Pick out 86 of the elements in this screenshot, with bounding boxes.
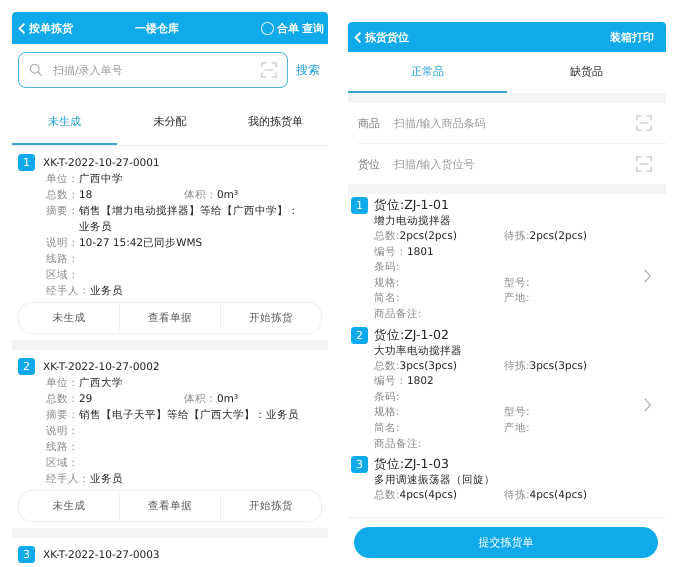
field-label: 型号: bbox=[504, 276, 530, 291]
field-value: 29 bbox=[79, 392, 92, 407]
order-number: XK-T-2022-10-27-0001 bbox=[43, 156, 160, 168]
window-title: 一楼仓库 bbox=[135, 20, 179, 36]
scan-icon[interactable] bbox=[636, 115, 652, 131]
field-label: 线路： bbox=[46, 252, 79, 267]
field-label: 单位： bbox=[46, 376, 79, 391]
tab[interactable]: 未分配 bbox=[117, 100, 223, 145]
field-label: 简名: bbox=[374, 291, 400, 306]
index-badge: 2 bbox=[18, 358, 35, 375]
field-value: 2pcs(2pcs) bbox=[400, 229, 457, 244]
back-icon[interactable] bbox=[18, 22, 26, 34]
field-label: 区域： bbox=[46, 456, 79, 471]
field-value: 销售【电子天平】等给【广西大学】：业务员 bbox=[79, 408, 299, 423]
tab[interactable]: 缺货品 bbox=[507, 52, 666, 93]
back-icon[interactable] bbox=[354, 30, 362, 44]
field-value: 3pcs(3pcs) bbox=[400, 358, 457, 374]
index-badge: 3 bbox=[18, 546, 35, 563]
field-label: 条码: bbox=[374, 390, 400, 405]
field-label: 型号: bbox=[504, 405, 530, 420]
field-value: 广西中学 bbox=[79, 172, 123, 187]
field-label: 区域： bbox=[46, 268, 79, 283]
field-value: 销售【增力电动搅拌器】等给【广西中学】：业务员 bbox=[79, 204, 300, 235]
index-badge: 1 bbox=[18, 154, 35, 171]
field-label: 经手人： bbox=[46, 472, 90, 487]
field-label: 体积： bbox=[184, 188, 217, 203]
field-value: 10-27 15:42已同步WMS bbox=[79, 236, 202, 251]
field-label: 待拣: bbox=[504, 229, 530, 244]
product-name: 大功率电动搅拌器 bbox=[373, 344, 463, 359]
field-label: 简名: bbox=[374, 420, 400, 436]
field-value: 1801 bbox=[407, 244, 434, 260]
search-field[interactable]: 扫描/录入单号 bbox=[18, 52, 288, 88]
field-label: 总数: bbox=[374, 229, 400, 244]
field-label: 产地: bbox=[504, 291, 530, 306]
field-label: 说明： bbox=[46, 424, 79, 439]
tab[interactable]: 我的拣货单 bbox=[222, 100, 328, 145]
index-badge: 2 bbox=[351, 326, 368, 344]
field-value: 18 bbox=[79, 188, 92, 203]
chevron-icon[interactable] bbox=[643, 397, 652, 414]
field-label: 摘要： bbox=[46, 204, 79, 219]
field-value: 0m³ bbox=[217, 188, 238, 203]
product-name: 多用调速振荡器（回旋） bbox=[373, 473, 496, 488]
field-label: 商品 bbox=[358, 116, 380, 130]
field-label: 条码: bbox=[374, 260, 400, 276]
field-label: 编号： bbox=[374, 244, 407, 260]
field-label: 总数： bbox=[46, 188, 79, 203]
field-label: 总数: bbox=[374, 488, 400, 504]
field-label: 规格: bbox=[374, 276, 400, 291]
field-label: 编号： bbox=[374, 374, 407, 390]
scan-icon[interactable] bbox=[261, 62, 277, 78]
field-label: 规格: bbox=[374, 405, 400, 420]
field-label: 经手人： bbox=[46, 284, 90, 299]
field-label: 摘要： bbox=[46, 408, 79, 423]
field-value: 广西大学 bbox=[79, 376, 123, 391]
field-value: 2pcs(2pcs) bbox=[530, 229, 587, 244]
product-name: 增力电动搅拌器 bbox=[373, 214, 452, 229]
field-label: 体积： bbox=[184, 392, 217, 407]
index-badge: 1 bbox=[351, 197, 368, 214]
field-value: 3pcs(3pcs) bbox=[530, 358, 587, 374]
field-label: 产地: bbox=[504, 420, 530, 436]
field-label: 说明： bbox=[46, 236, 79, 251]
field-label: 总数: bbox=[374, 358, 400, 374]
location-code: 货位:ZJ-1-01 bbox=[374, 197, 449, 214]
field-value: 业务员 bbox=[90, 472, 123, 487]
search-icon bbox=[29, 63, 43, 77]
location-code: 货位:ZJ-1-02 bbox=[374, 326, 449, 344]
field-label: 货位 bbox=[358, 156, 380, 172]
field-label: 商品备注: bbox=[374, 436, 422, 452]
field-label: 待拣: bbox=[504, 488, 530, 504]
field-value: 4pcs(4pcs) bbox=[400, 488, 457, 504]
field-label: 线路： bbox=[46, 440, 79, 455]
location-code: 货位:ZJ-1-03 bbox=[374, 456, 449, 474]
field-value: 0m³ bbox=[217, 392, 238, 407]
order-number: XK-T-2022-10-27-0002 bbox=[43, 360, 160, 372]
field-label: 单位： bbox=[46, 172, 79, 187]
merge-radio[interactable] bbox=[261, 22, 274, 34]
field-value: 4pcs(4pcs) bbox=[530, 488, 587, 504]
field-value: 1802 bbox=[407, 374, 434, 390]
field-label: 商品备注: bbox=[374, 306, 422, 322]
scan-icon[interactable] bbox=[636, 156, 652, 172]
field-value: 业务员 bbox=[90, 284, 123, 299]
index-badge: 3 bbox=[351, 456, 368, 474]
order-number: XK-T-2022-10-27-0003 bbox=[43, 548, 160, 560]
field-label: 待拣: bbox=[504, 358, 530, 374]
field-label: 总数： bbox=[46, 392, 79, 407]
chevron-icon[interactable] bbox=[643, 268, 652, 284]
